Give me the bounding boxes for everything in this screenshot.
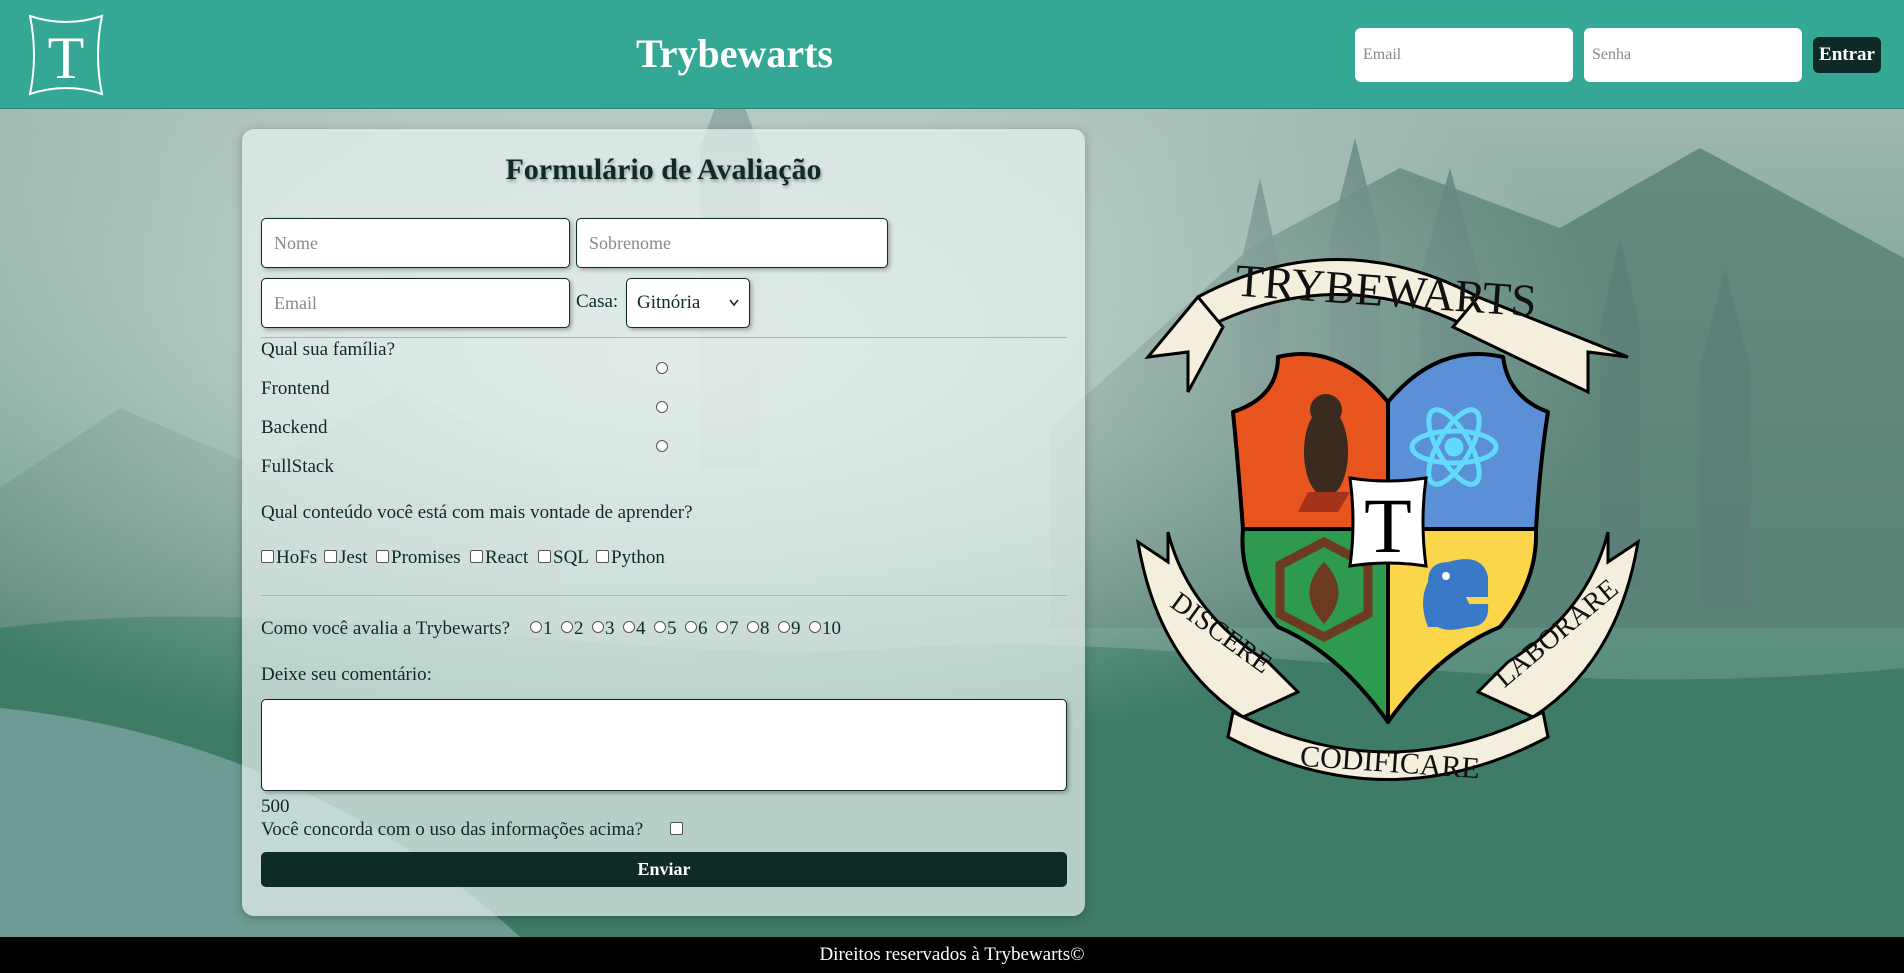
email-input[interactable] bbox=[261, 278, 570, 328]
login-email-input[interactable] bbox=[1355, 28, 1573, 82]
login-button[interactable]: Entrar bbox=[1813, 37, 1881, 73]
login-password-input[interactable] bbox=[1584, 28, 1802, 82]
rating-group: Como você avalia a Trybewarts? 1 2 3 4 5… bbox=[261, 618, 1067, 642]
content-checkbox-group: HoFs Jest Promises React SQL Python bbox=[261, 547, 1067, 571]
site-title: Trybewarts bbox=[636, 31, 833, 76]
trybewarts-crest: TRYBEWARTS T DISCERE LABORARE CODIFICARE bbox=[1135, 255, 1641, 785]
submit-button[interactable]: Enviar bbox=[261, 852, 1067, 887]
family-question: Qual sua família? bbox=[261, 339, 396, 360]
rating-label-6: 6 bbox=[698, 618, 708, 639]
content-label-python: Python bbox=[611, 547, 665, 568]
divider bbox=[261, 595, 1067, 596]
rating-radio-10[interactable] bbox=[809, 621, 821, 633]
rating-radio-4[interactable] bbox=[623, 621, 635, 633]
family-radio-backend[interactable] bbox=[656, 401, 668, 413]
agreement-label: Você concorda com o uso das informações … bbox=[261, 819, 644, 840]
family-radio-fullstack[interactable] bbox=[656, 440, 668, 452]
family-label-fullstack: FullStack bbox=[261, 456, 334, 477]
agreement-checkbox[interactable] bbox=[670, 822, 683, 835]
rating-radio-8[interactable] bbox=[747, 621, 759, 633]
footer-text: Direitos reservados à Trybewarts© bbox=[819, 944, 1085, 965]
family-radio-frontend[interactable] bbox=[656, 362, 668, 374]
rating-label-8: 8 bbox=[760, 618, 770, 639]
rating-label-10: 10 bbox=[822, 618, 841, 639]
rating-label-5: 5 bbox=[667, 618, 677, 639]
form-title: Formulário de Avaliação bbox=[505, 153, 822, 186]
content-checkbox-hofs[interactable] bbox=[261, 550, 274, 563]
content-label-sql: SQL bbox=[553, 547, 589, 568]
site-header: T Trybewarts Entrar bbox=[0, 0, 1904, 109]
trybewarts-logo: T bbox=[28, 14, 104, 96]
rating-label-4: 4 bbox=[636, 618, 646, 639]
rating-radio-7[interactable] bbox=[716, 621, 728, 633]
crest-top-ribbon-left-tail bbox=[1144, 294, 1225, 393]
content-checkbox-react[interactable] bbox=[470, 550, 483, 563]
family-label-frontend: Frontend bbox=[261, 378, 330, 399]
python-icon bbox=[1423, 559, 1489, 630]
comment-textarea[interactable] bbox=[261, 699, 1067, 791]
divider bbox=[261, 337, 1067, 338]
rating-question: Como você avalia a Trybewarts? bbox=[261, 618, 511, 639]
char-counter: 500 bbox=[261, 796, 290, 817]
content-checkbox-python[interactable] bbox=[596, 550, 609, 563]
rating-label-1: 1 bbox=[543, 618, 553, 639]
content-label-hofs: HoFs bbox=[276, 547, 318, 568]
lastname-input[interactable] bbox=[576, 218, 888, 268]
rating-radio-5[interactable] bbox=[654, 621, 666, 633]
rating-radio-3[interactable] bbox=[592, 621, 604, 633]
family-label-backend: Backend bbox=[261, 417, 328, 438]
rating-label-2: 2 bbox=[574, 618, 584, 639]
content-label-jest: Jest bbox=[339, 547, 368, 568]
rating-label-9: 9 bbox=[791, 618, 801, 639]
house-label: Casa: bbox=[576, 291, 619, 312]
rating-radio-1[interactable] bbox=[530, 621, 542, 633]
name-input[interactable] bbox=[261, 218, 570, 268]
content-checkbox-sql[interactable] bbox=[538, 550, 551, 563]
content-question: Qual conteúdo você está com mais vontade… bbox=[261, 502, 693, 523]
crest-banner-title: TRYBEWARTS bbox=[1234, 255, 1538, 327]
content-label-promises: Promises bbox=[391, 547, 461, 568]
rating-label-7: 7 bbox=[729, 618, 739, 639]
house-select-value: Gitnória bbox=[637, 292, 701, 313]
comment-label: Deixe seu comentário: bbox=[261, 664, 432, 685]
site-footer: Direitos reservados à Trybewarts© bbox=[0, 937, 1904, 973]
rating-radio-2[interactable] bbox=[561, 621, 573, 633]
house-select[interactable]: Gitnória bbox=[626, 278, 750, 328]
rating-label-3: 3 bbox=[605, 618, 615, 639]
logo-letter: T bbox=[48, 25, 85, 91]
chevron-down-icon bbox=[729, 299, 739, 307]
evaluation-form: Formulário de Avaliação Casa: Gitnória Q… bbox=[242, 129, 1085, 916]
rating-radio-9[interactable] bbox=[778, 621, 790, 633]
content-checkbox-promises[interactable] bbox=[376, 550, 389, 563]
crest-center-letter: T bbox=[1364, 482, 1412, 569]
content-checkbox-jest[interactable] bbox=[324, 550, 337, 563]
rating-radio-6[interactable] bbox=[685, 621, 697, 633]
content-label-react: React bbox=[485, 547, 529, 568]
